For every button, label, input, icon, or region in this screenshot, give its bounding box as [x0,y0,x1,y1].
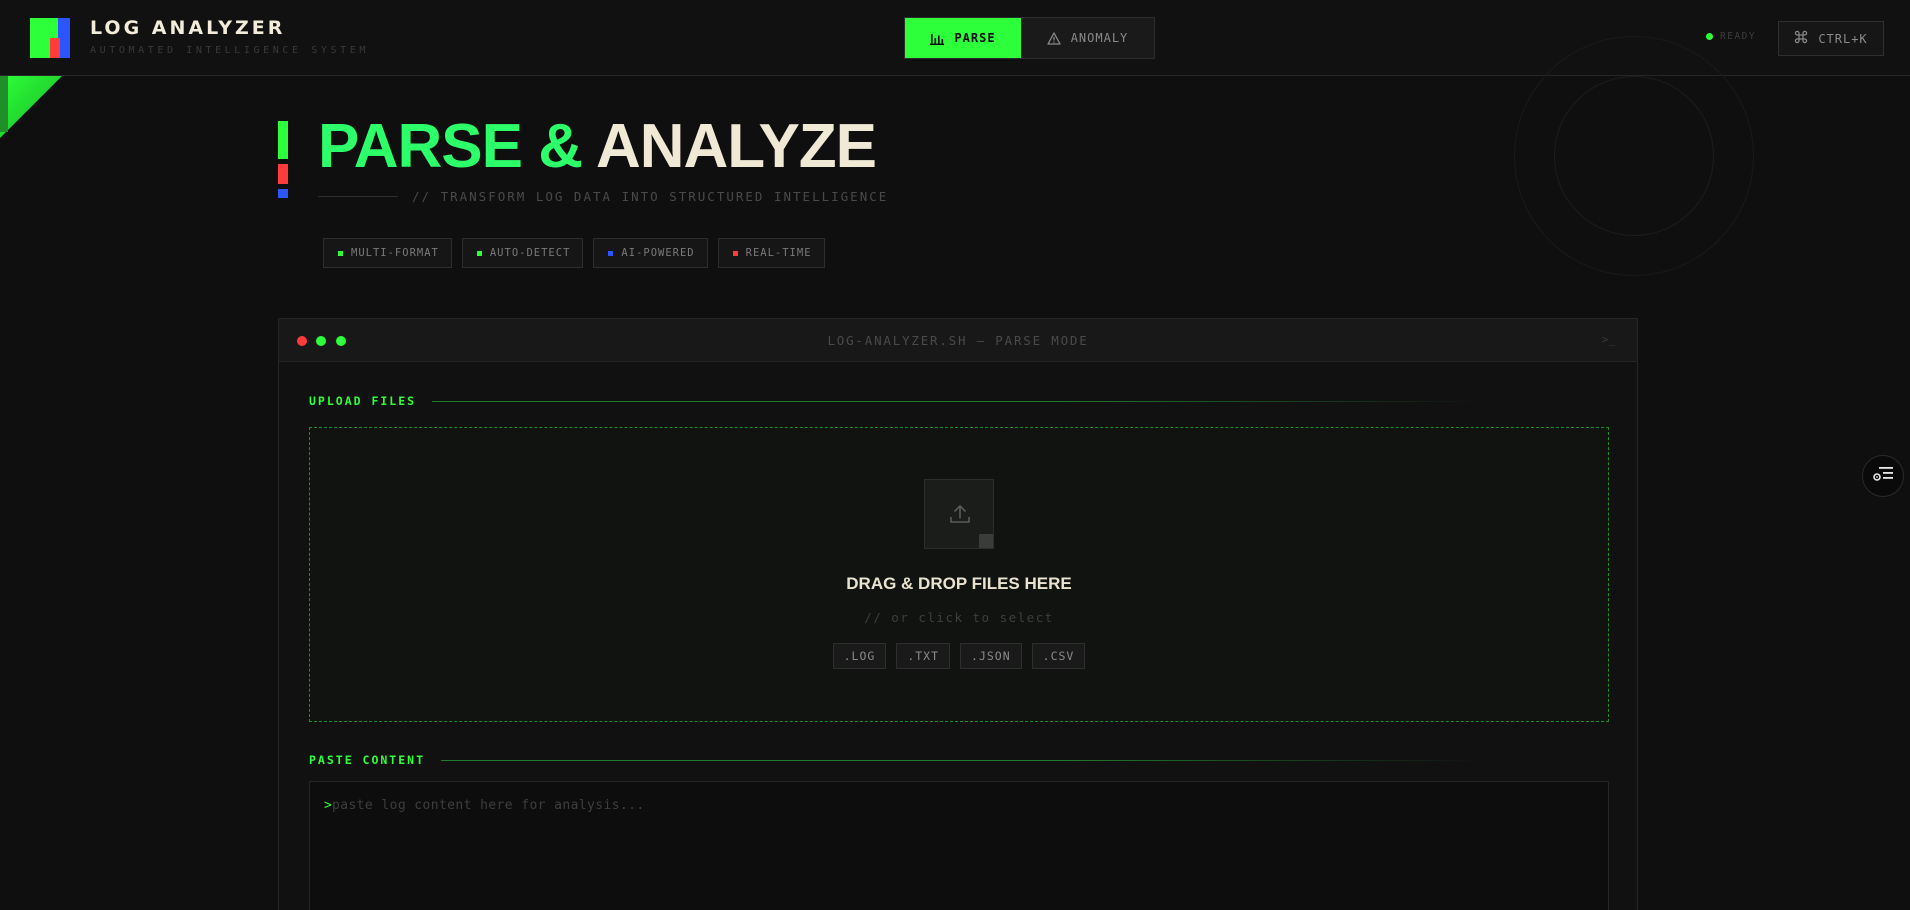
paste-placeholder: paste log content here for analysis... [332,798,645,813]
tab-parse-label: PARSE [954,31,996,45]
dropzone-title: DRAG & DROP FILES HERE [846,574,1072,593]
tab-parse[interactable]: PARSE [905,18,1021,58]
log-content-textarea[interactable]: > paste log content here for analysis... [309,781,1609,910]
tab-anomaly[interactable]: ANOMALY [1021,18,1154,58]
file-extension-badge: .LOG [832,643,887,669]
file-extension-badge: .CSV [1031,643,1086,669]
page-subtitle: // TRANSFORM LOG DATA INTO STRUCTURED IN… [412,189,889,204]
paste-caret: > [324,798,332,813]
command-icon [1794,30,1808,47]
feature-chip-label: AUTO-DETECT [489,247,571,259]
status-indicator: READY [1706,31,1756,42]
page-title-part2: ANALYZE [595,112,877,181]
page-title-part1: PARSE & [318,112,583,181]
chip-dot [608,250,614,256]
paste-section-title: PASTE CONTENT [309,753,426,767]
corner-decoration-stripe [0,76,8,132]
page-title: PARSE & ANALYZE [318,108,877,186]
app-logo [30,18,70,58]
file-extension-badge: .TXT [896,643,951,669]
window-titlebar: LOG-ANALYZER.SH — PARSE MODE >_ [279,319,1637,362]
warning-icon [1047,31,1061,45]
feature-chip: AUTO-DETECT [461,238,584,268]
chip-dot [476,250,482,256]
status-dot [1706,33,1713,40]
dropzone-subtitle: // or click to select [864,610,1054,625]
decorative-circle-inner [1554,76,1714,236]
status-label: READY [1720,31,1757,42]
feature-chip-label: AI-POWERED [621,247,695,259]
chip-dot [732,250,738,256]
terminal-window: LOG-ANALYZER.SH — PARSE MODE >_ UPLOAD F… [278,318,1638,910]
upload-section-title: UPLOAD FILES [309,394,417,408]
upload-icon-box [924,479,994,549]
app-subtitle: AUTOMATED INTELLIGENCE SYSTEM [90,45,369,56]
paste-section-label: PASTE CONTENT [309,753,1482,767]
bar-chart-icon [930,32,945,45]
hero-color-bars [278,121,288,198]
app-title: LOG ANALYZER [90,17,286,39]
hero-divider [318,196,398,197]
settings-list-icon [1872,465,1894,487]
upload-section-label: UPLOAD FILES [309,394,1483,408]
feature-chips: MULTI-FORMAT AUTO-DETECT AI-POWERED REAL… [323,238,825,268]
feature-chip-label: REAL-TIME [745,247,812,259]
feature-chip: MULTI-FORMAT [323,238,452,268]
upload-icon-corner [979,534,993,548]
section-divider [441,759,1482,761]
command-button-label: CTRL+K [1818,31,1868,46]
window-title: LOG-ANALYZER.SH — PARSE MODE [827,333,1089,348]
feature-chip-label: MULTI-FORMAT [351,247,439,259]
chip-dot [338,250,343,256]
file-extension-list: .LOG .TXT .JSON .CSV [310,643,1608,669]
terminal-prompt-icon: >_ [1601,333,1615,346]
corner-decoration [0,76,62,138]
file-dropzone[interactable]: DRAG & DROP FILES HERE // or click to se… [309,427,1609,722]
feature-chip: AI-POWERED [593,238,708,268]
section-divider [432,400,1483,402]
command-palette-button[interactable]: CTRL+K [1778,21,1884,56]
file-extension-badge: .JSON [960,643,1022,669]
tab-anomaly-label: ANOMALY [1070,31,1129,45]
floating-settings-button[interactable] [1862,455,1904,497]
mode-tabs: PARSE ANOMALY [904,17,1155,59]
feature-chip: REAL-TIME [717,238,825,268]
